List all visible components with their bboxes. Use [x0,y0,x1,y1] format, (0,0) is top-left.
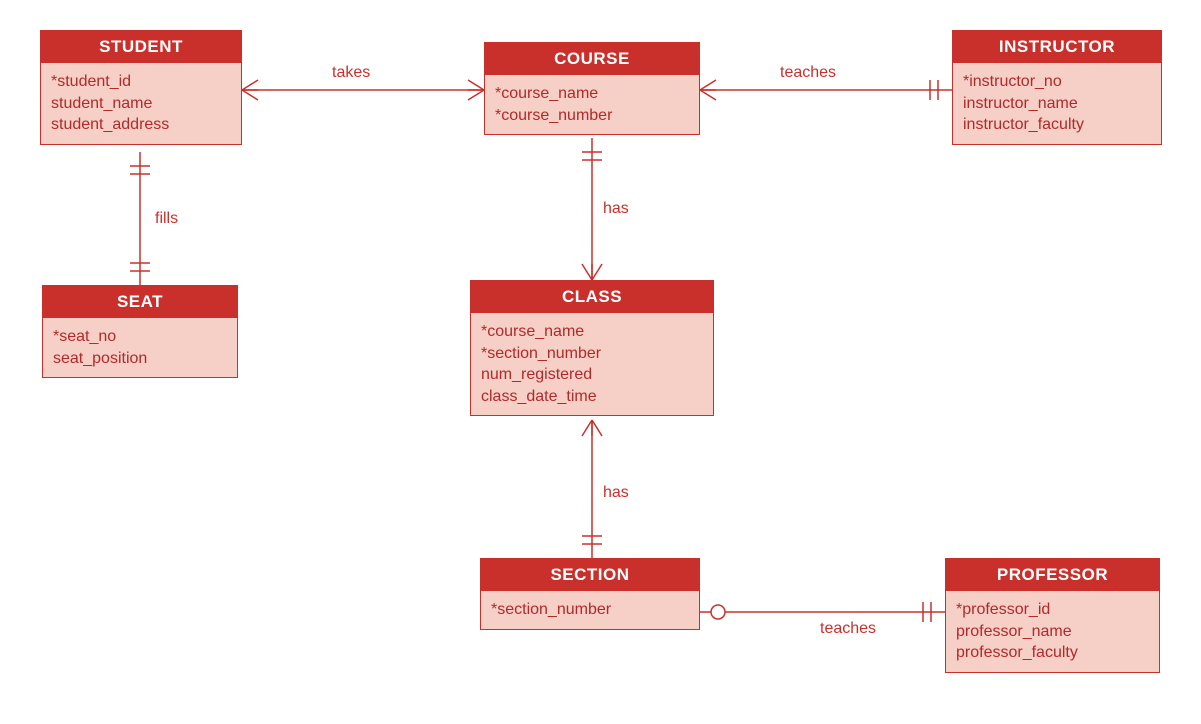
entity-seat: SEAT *seat_no seat_position [42,285,238,378]
attr: student_name [51,93,231,115]
attr: *instructor_no [963,71,1151,93]
entity-class: CLASS *course_name *section_number num_r… [470,280,714,416]
entity-instructor: INSTRUCTOR *instructor_no instructor_nam… [952,30,1162,145]
attr: *section_number [481,343,703,365]
entity-section: SECTION *section_number [480,558,700,630]
attr: instructor_faculty [963,114,1151,136]
attr: professor_faculty [956,642,1149,664]
rel-label-teaches-professor: teaches [820,620,876,638]
attr: *professor_id [956,599,1149,621]
rel-label-takes: takes [332,64,370,82]
rel-label-teaches-instructor: teaches [780,64,836,82]
attr: *course_name [481,321,703,343]
entity-student: STUDENT *student_id student_name student… [40,30,242,145]
attr: *student_id [51,71,231,93]
attr: *section_number [491,599,689,621]
entity-course-title: COURSE [485,43,699,75]
rel-label-has-class: has [603,200,629,218]
entity-student-title: STUDENT [41,31,241,63]
entity-instructor-title: INSTRUCTOR [953,31,1161,63]
entity-section-title: SECTION [481,559,699,591]
rel-label-fills: fills [155,210,178,228]
attr: *seat_no [53,326,227,348]
attr: num_registered [481,364,703,386]
attr: professor_name [956,621,1149,643]
entity-instructor-body: *instructor_no instructor_name instructo… [953,63,1161,144]
attr: seat_position [53,348,227,370]
entity-section-body: *section_number [481,591,699,629]
entity-course-body: *course_name *course_number [485,75,699,134]
entity-student-body: *student_id student_name student_address [41,63,241,144]
rel-label-has-section: has [603,484,629,502]
attr: class_date_time [481,386,703,408]
entity-course: COURSE *course_name *course_number [484,42,700,135]
entity-class-title: CLASS [471,281,713,313]
entity-class-body: *course_name *section_number num_registe… [471,313,713,415]
entity-seat-body: *seat_no seat_position [43,318,237,377]
attr: instructor_name [963,93,1151,115]
attr: *course_name [495,83,689,105]
attr: student_address [51,114,231,136]
entity-seat-title: SEAT [43,286,237,318]
entity-professor: PROFESSOR *professor_id professor_name p… [945,558,1160,673]
entity-professor-body: *professor_id professor_name professor_f… [946,591,1159,672]
attr: *course_number [495,105,689,127]
entity-professor-title: PROFESSOR [946,559,1159,591]
